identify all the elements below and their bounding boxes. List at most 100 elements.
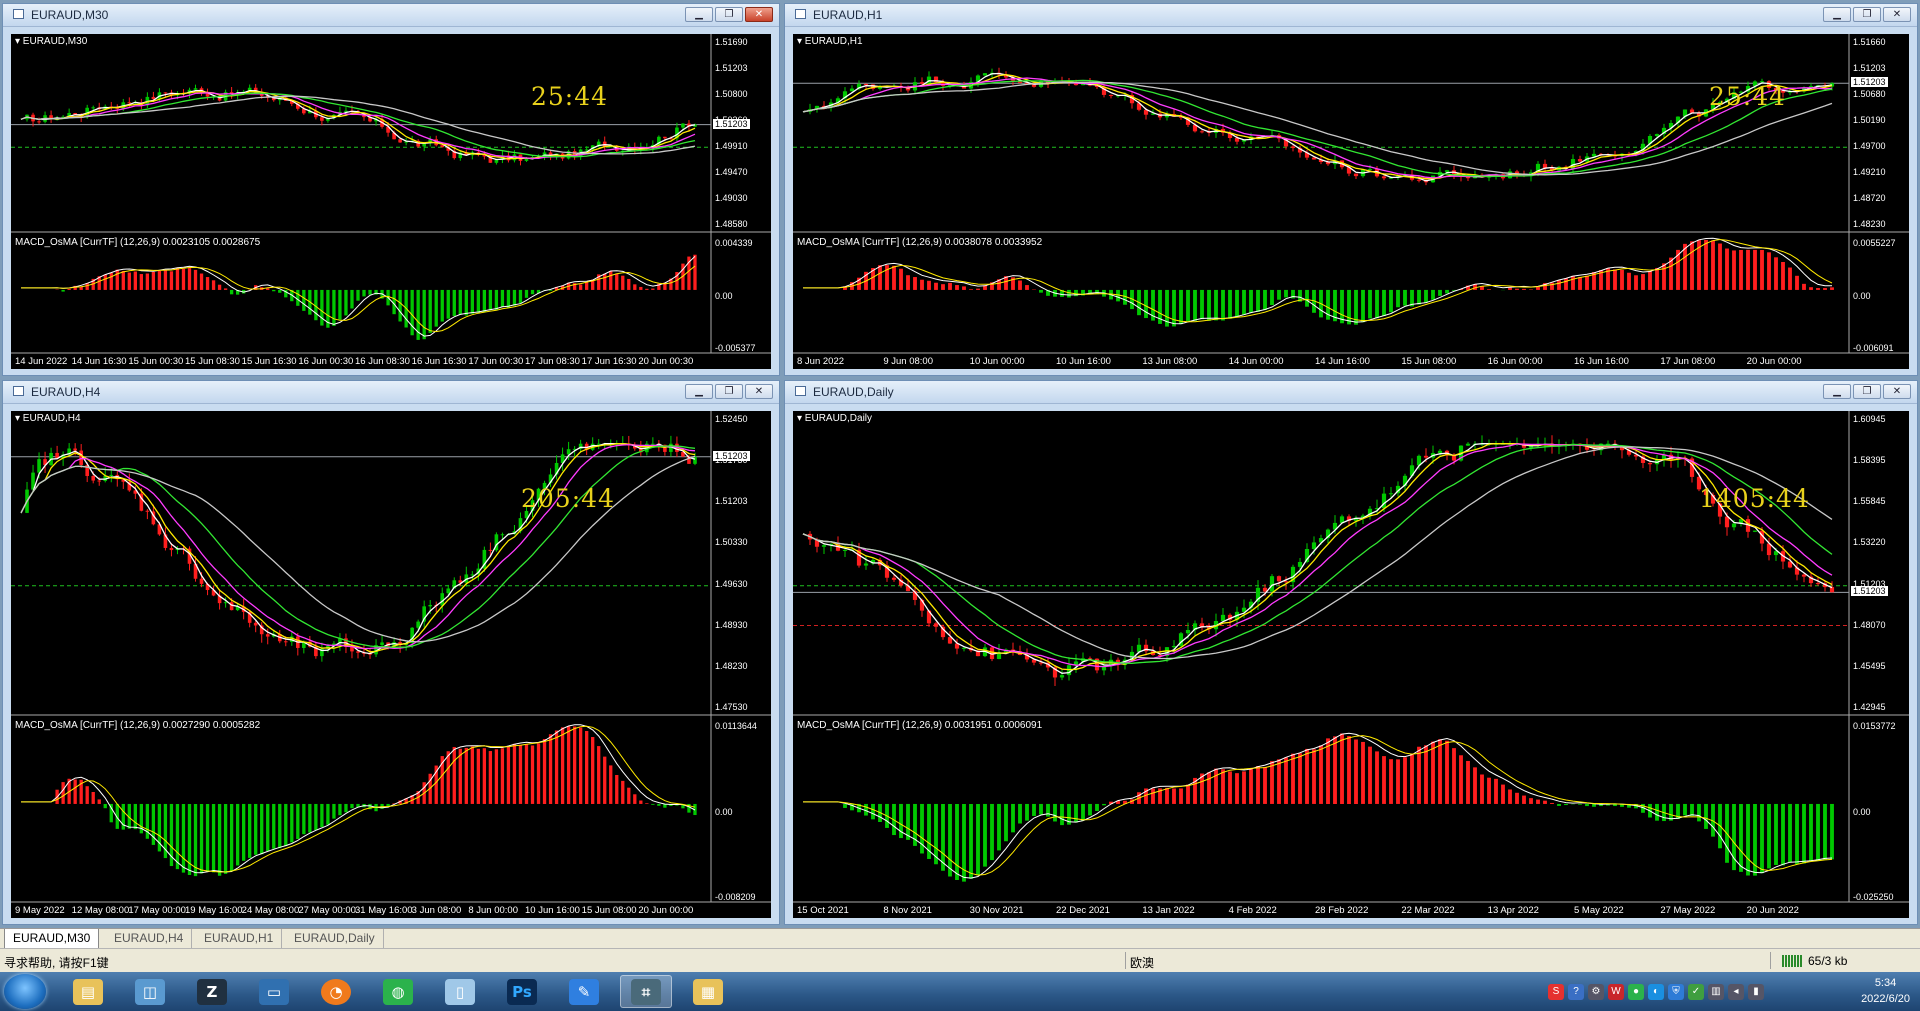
clock-date: 2022/6/20 xyxy=(1861,993,1910,1005)
candle-body xyxy=(1591,153,1597,157)
candle-body xyxy=(1752,530,1758,532)
chart-area[interactable]: ▾ EURAUD,Daily MACD_OsMA [CurrTF] (12,26,… xyxy=(793,411,1909,918)
taskbar-mt4-app[interactable]: ⌗ xyxy=(620,975,672,1008)
taskbar-folder-app[interactable]: ▤ xyxy=(62,975,114,1008)
close-button[interactable]: ✕ xyxy=(1883,384,1911,399)
taskbar-photoshop-app[interactable]: Ps xyxy=(496,975,548,1008)
tab-euraud-daily[interactable]: EURAUD,Daily xyxy=(286,929,384,948)
chart-window-m30[interactable]: EURAUD,M30 ▁ ❐ ✕ ▾ EURAUD,M30 MACD_OsMA [Cu… xyxy=(2,3,780,376)
chart-area[interactable]: ▾ EURAUD,M30 MACD_OsMA [CurrTF] (12,26,9)… xyxy=(11,34,771,369)
price-axis-tick: 1.51203 xyxy=(715,496,748,507)
candle-body xyxy=(961,647,967,649)
maximize-button[interactable]: ❐ xyxy=(1853,7,1881,22)
macd-axis-tick: -0.008209 xyxy=(715,892,756,902)
start-button[interactable] xyxy=(4,974,46,1009)
maximize-button[interactable]: ❐ xyxy=(715,384,743,399)
candle-body xyxy=(163,92,168,94)
current-price-label: 1.51203 xyxy=(1851,586,1888,597)
candle-body xyxy=(1108,94,1114,96)
close-button[interactable]: ✕ xyxy=(745,384,773,399)
taskbar-display-app[interactable]: ▭ xyxy=(248,975,300,1008)
price-axis-tick: 1.49910 xyxy=(715,141,748,151)
time-axis-label: 20 Jun 00:00 xyxy=(1746,356,1802,367)
price-axis-tick: 1.52450 xyxy=(715,414,748,424)
taskbar-notes-app[interactable]: ✎ xyxy=(558,975,610,1008)
sogou-icon[interactable]: S xyxy=(1548,984,1564,1000)
candle-body xyxy=(169,547,174,551)
tab-euraud-h1[interactable]: EURAUD,H1 xyxy=(196,929,283,948)
taskbar-notebook-app[interactable]: ▯ xyxy=(434,975,486,1008)
trading-terminal-icon: ⌗ xyxy=(631,978,661,1005)
window-titlebar[interactable]: EURAUD,M30 ▁ ❐ ✕ xyxy=(3,4,779,27)
time-axis-label: 22 Dec 2021 xyxy=(1056,905,1110,916)
candle-body xyxy=(1423,455,1429,458)
bar-countdown-timer: 25:44 xyxy=(531,81,609,111)
current-price-label: 1.51203 xyxy=(1851,77,1888,88)
chart-area[interactable]: ▾ EURAUD,H4 MACD_OsMA [CurrTF] (12,26,9) … xyxy=(11,411,771,918)
taskbar-fox-app[interactable]: ◔ xyxy=(310,975,362,1008)
candle-body xyxy=(37,121,41,123)
minimize-button[interactable]: ▁ xyxy=(685,384,713,399)
battery-icon[interactable]: ▮ xyxy=(1748,984,1764,1000)
maximize-button[interactable]: ❐ xyxy=(715,7,743,22)
time-axis: 15 Oct 2021 8 Nov 2021 30 Nov 2021 22 Dec 2… xyxy=(793,902,1909,918)
minimize-button[interactable]: ▁ xyxy=(1823,384,1851,399)
taskbar-remote-app[interactable]: ◫ xyxy=(124,975,176,1008)
window-title: EURAUD,H1 xyxy=(813,8,883,22)
taskbar-explorer-app[interactable]: ▦ xyxy=(682,975,734,1008)
candle-body xyxy=(1815,583,1821,585)
time-axis-label: 10 Jun 16:00 xyxy=(1056,356,1111,367)
chart-area[interactable]: ▾ EURAUD,H1 MACD_OsMA [CurrTF] (12,26,9) … xyxy=(793,34,1909,369)
candle-body xyxy=(199,578,204,584)
candle-body xyxy=(1724,516,1730,528)
settings-icon[interactable]: ⚙ xyxy=(1588,984,1604,1000)
window-title: EURAUD,Daily xyxy=(813,385,894,399)
help-icon[interactable]: ? xyxy=(1568,984,1584,1000)
candle-body xyxy=(356,651,360,653)
explorer-icon: ▦ xyxy=(693,978,723,1005)
time-axis-label: 20 Jun 00:00 xyxy=(638,905,694,916)
window-titlebar[interactable]: EURAUD,H1 ▁ ❐ ✕ xyxy=(785,4,1917,27)
candle-body xyxy=(1437,450,1443,454)
window-titlebar[interactable]: EURAUD,Daily ▁ ❐ ✕ xyxy=(785,381,1917,404)
minimize-button[interactable]: ▁ xyxy=(1823,7,1851,22)
time-axis-label: 27 May 00:00 xyxy=(298,905,356,916)
chart-window-h1[interactable]: EURAUD,H1 ▁ ❐ ✕ ▾ EURAUD,H1 MACD_OsMA [Curr… xyxy=(784,3,1918,376)
macd-indicator-label: MACD_OsMA [CurrTF] (12,26,9) 0.0031951 0… xyxy=(797,720,1043,731)
time-axis-label: 5 May 2022 xyxy=(1574,905,1624,916)
candle-body xyxy=(380,642,384,646)
close-button[interactable]: ✕ xyxy=(745,7,773,22)
candle-body xyxy=(73,448,77,451)
volume-icon[interactable]: ◂ xyxy=(1728,984,1744,1000)
candle-body xyxy=(253,622,258,626)
price-axis-tick: 1.55845 xyxy=(1853,496,1886,507)
time-axis-label: 15 Jun 16:30 xyxy=(241,356,297,367)
chart-window-h4[interactable]: EURAUD,H4 ▁ ❐ ✕ ▾ EURAUD,H4 MACD_OsMA [Curr… xyxy=(2,380,780,925)
chart-window-icon xyxy=(795,386,806,396)
chart-window-icon xyxy=(13,386,24,396)
chart-window-daily[interactable]: EURAUD,Daily ▁ ❐ ✕ ▾ EURAUD,Daily MACD_OsMA… xyxy=(784,380,1918,925)
window-titlebar[interactable]: EURAUD,H4 ▁ ❐ ✕ xyxy=(3,381,779,404)
tab-euraud-m30[interactable]: EURAUD,M30 xyxy=(4,929,100,949)
ma-gray-line xyxy=(802,446,1833,660)
time-axis-label: 15 Jun 08:00 xyxy=(1401,356,1457,367)
shield-icon[interactable]: ⛨ xyxy=(1668,984,1684,1000)
candle-body xyxy=(1297,561,1303,567)
close-button[interactable]: ✕ xyxy=(1883,7,1911,22)
time-axis-label: 10 Jun 16:00 xyxy=(525,905,580,916)
taskbar-wechat-app[interactable]: ◍ xyxy=(372,975,424,1008)
tab-euraud-h4[interactable]: EURAUD,H4 xyxy=(106,929,193,948)
candle-body xyxy=(863,83,869,85)
candle-body xyxy=(1283,581,1289,583)
time-axis-label: 14 Jun 16:30 xyxy=(71,356,127,367)
wechat-tray-icon[interactable]: ● xyxy=(1628,984,1644,1000)
qq-icon[interactable]: ◐ xyxy=(1648,984,1664,1000)
notes-icon: ✎ xyxy=(569,978,599,1005)
wps-icon[interactable]: W xyxy=(1608,984,1624,1000)
checkmark-icon[interactable]: ✓ xyxy=(1688,984,1704,1000)
minimize-button[interactable]: ▁ xyxy=(685,7,713,22)
system-clock[interactable]: 5:34 2022/6/20 xyxy=(1861,975,1910,1007)
maximize-button[interactable]: ❐ xyxy=(1853,384,1881,399)
taskbar-terminal-app[interactable]: Z xyxy=(186,975,238,1008)
network-icon[interactable]: ▥ xyxy=(1708,984,1724,1000)
